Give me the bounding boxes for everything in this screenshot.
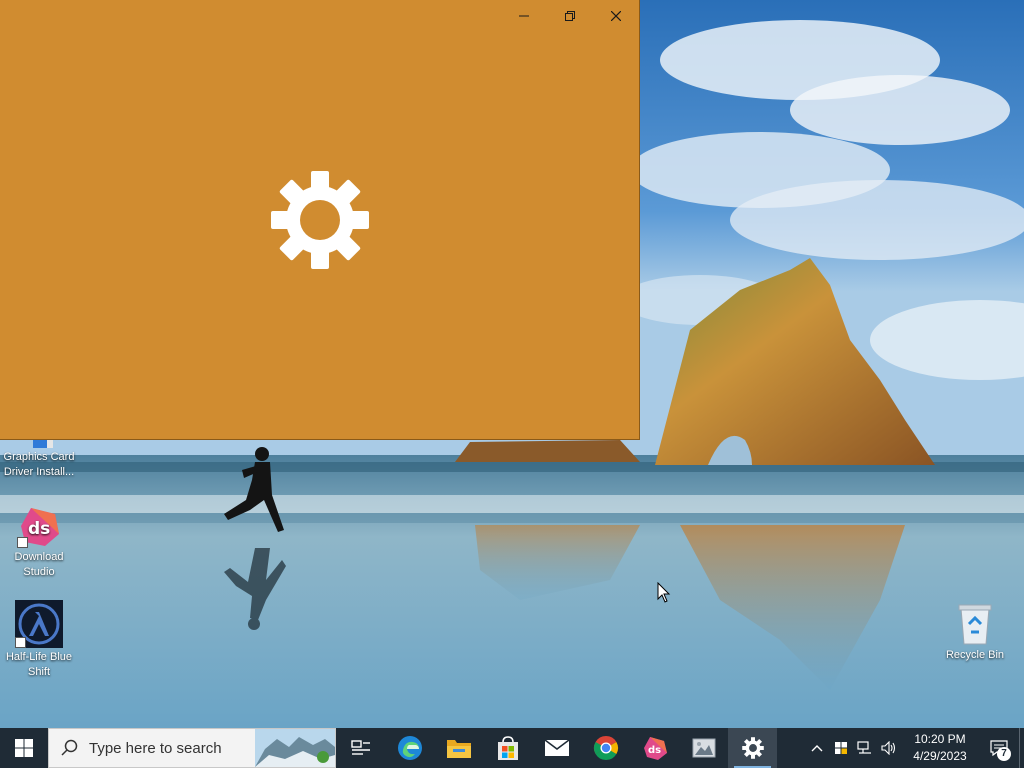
minimize-icon <box>519 15 529 17</box>
task-view-button[interactable] <box>336 728 385 768</box>
restore-icon <box>565 11 575 21</box>
svg-text:ds: ds <box>648 745 661 756</box>
desktop-icon-recycle-bin[interactable]: Recycle Bin <box>936 602 1014 663</box>
svg-text:ds: ds <box>28 519 50 539</box>
folder-icon <box>446 740 471 758</box>
system-tray: 10:20 PM 4/29/2023 7 <box>805 728 1024 768</box>
minimize-button[interactable] <box>501 0 547 32</box>
desktop-icon-label: Graphics Card Driver Install... <box>3 451 75 478</box>
store-icon <box>497 736 518 760</box>
recycle-bin-icon <box>955 602 995 646</box>
photos-icon <box>692 738 715 758</box>
close-button[interactable] <box>593 0 639 32</box>
taskbar-chrome[interactable] <box>581 728 630 768</box>
taskbar-search-box[interactable]: Type here to search <box>48 728 336 768</box>
gear-icon <box>271 171 369 269</box>
download-studio-icon: ds <box>17 504 61 548</box>
search-placeholder: Type here to search <box>89 739 222 757</box>
tray-volume-button[interactable] <box>877 728 901 768</box>
show-hidden-icons-button[interactable] <box>805 728 829 768</box>
volume-icon <box>881 741 896 755</box>
half-life-icon <box>15 600 63 648</box>
windows-logo-icon <box>15 739 33 757</box>
notification-count-badge: 7 <box>997 747 1011 761</box>
download-studio-icon: ds <box>643 737 667 760</box>
clock-date: 4/29/2023 <box>913 749 967 763</box>
taskbar-download-studio[interactable]: ds <box>630 728 679 768</box>
taskbar-clock[interactable]: 10:20 PM 4/29/2023 <box>901 731 979 765</box>
gear-icon <box>741 737 764 759</box>
desktop-icon-download-studio[interactable]: ds Download Studio <box>0 504 78 580</box>
search-icon <box>61 739 78 756</box>
task-view-icon <box>350 740 370 755</box>
chrome-icon <box>593 736 618 761</box>
desktop-icon-label: Half-Life Blue Shift <box>5 651 73 678</box>
taskbar: Type here to search ds 10:20 PM 4/29/202… <box>0 728 1024 768</box>
desktop-icon-label: Recycle Bin <box>945 649 1005 661</box>
taskbar-settings[interactable] <box>728 728 777 768</box>
taskbar-photos[interactable] <box>679 728 728 768</box>
tray-network-button[interactable] <box>853 728 877 768</box>
chevron-up-icon <box>811 745 823 752</box>
restore-button[interactable] <box>547 0 593 32</box>
start-button[interactable] <box>0 728 48 768</box>
close-icon <box>611 11 621 21</box>
tray-security-button[interactable] <box>829 728 853 768</box>
network-icon <box>857 741 871 754</box>
show-desktop-button[interactable] <box>1019 728 1024 768</box>
taskbar-file-explorer[interactable] <box>434 728 483 768</box>
desktop-icon-half-life[interactable]: Half-Life Blue Shift <box>0 600 78 680</box>
mouse-cursor-icon <box>657 582 671 603</box>
edge-icon <box>397 736 422 760</box>
clock-time: 10:20 PM <box>914 732 966 746</box>
settings-window[interactable] <box>0 0 640 440</box>
taskbar-mail[interactable] <box>532 728 581 768</box>
search-highlight-image <box>255 729 335 767</box>
action-center-button[interactable]: 7 <box>979 728 1019 768</box>
mail-icon <box>544 739 569 756</box>
taskbar-edge[interactable] <box>385 728 434 768</box>
taskbar-microsoft-store[interactable] <box>483 728 532 768</box>
windows-security-icon <box>835 742 847 754</box>
desktop-icon-label: Download Studio <box>14 551 64 578</box>
desktop-icon-graphics-driver[interactable]: Graphics Card Driver Install... <box>0 436 78 480</box>
window-controls <box>501 0 639 32</box>
